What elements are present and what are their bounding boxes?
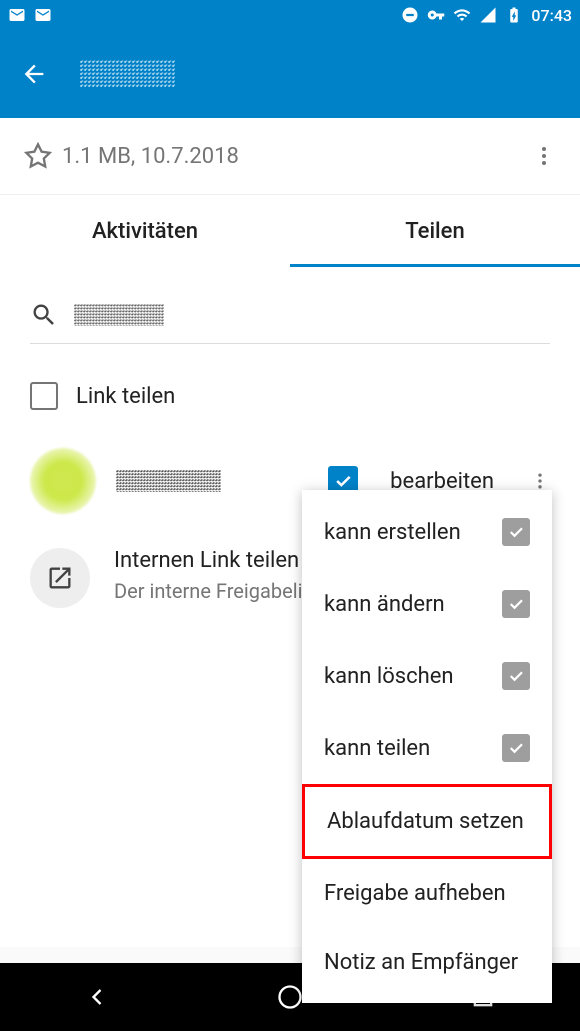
search-icon — [30, 301, 58, 329]
popup-can-delete[interactable]: kann löschen — [302, 640, 552, 712]
search-input[interactable] — [74, 304, 164, 326]
popup-note[interactable]: Notiz an Empfänger — [302, 928, 552, 997]
tabs: Aktivitäten Teilen — [0, 195, 580, 267]
more-vert-icon[interactable] — [532, 144, 556, 168]
file-header: 1.1 MB, 10.7.2018 — [0, 118, 580, 195]
internal-link-icon-wrap — [30, 548, 90, 608]
share-link-row[interactable]: Link teilen — [30, 364, 550, 428]
share-link-label: Link teilen — [76, 384, 175, 409]
status-bar: 07:43 — [0, 0, 580, 30]
share-link-checkbox[interactable] — [30, 382, 58, 410]
popup-set-expiry[interactable]: Ablaufdatum setzen — [302, 784, 552, 859]
app-bar — [0, 30, 580, 118]
check-icon — [502, 734, 530, 762]
star-outline-icon[interactable] — [24, 142, 52, 170]
app-title — [80, 60, 175, 88]
nav-back-icon[interactable] — [83, 983, 111, 1011]
search-row[interactable] — [30, 287, 550, 344]
key-icon — [427, 6, 445, 24]
popup-can-create[interactable]: kann erstellen — [302, 496, 552, 568]
status-left — [8, 6, 52, 24]
wifi-icon — [453, 6, 471, 24]
file-date: 10.7.2018 — [141, 144, 239, 169]
dnd-icon — [401, 6, 419, 24]
file-meta: 1.1 MB, 10.7.2018 — [62, 144, 239, 169]
check-icon — [502, 518, 530, 546]
more-vert-icon[interactable] — [530, 471, 550, 491]
external-link-icon — [46, 564, 74, 592]
tab-activity[interactable]: Aktivitäten — [0, 195, 290, 267]
mail-icon — [8, 6, 26, 24]
avatar — [30, 448, 96, 514]
mail-icon — [34, 6, 52, 24]
file-size: 1.1 MB — [62, 144, 131, 169]
popup-can-share[interactable]: kann teilen — [302, 712, 552, 784]
battery-charging-icon — [505, 6, 523, 24]
tab-share[interactable]: Teilen — [290, 195, 580, 267]
nav-home-icon[interactable] — [276, 983, 304, 1011]
back-arrow-icon[interactable] — [20, 60, 48, 88]
status-time: 07:43 — [531, 6, 572, 25]
popup-unshare[interactable]: Freigabe aufheben — [302, 859, 552, 928]
user-name — [116, 470, 221, 492]
popup-can-change[interactable]: kann ändern — [302, 568, 552, 640]
signal-icon — [479, 6, 497, 24]
status-right: 07:43 — [401, 6, 572, 25]
check-icon — [502, 662, 530, 690]
popup-menu: kann erstellen kann ändern kann löschen … — [302, 490, 552, 1003]
check-icon — [502, 590, 530, 618]
